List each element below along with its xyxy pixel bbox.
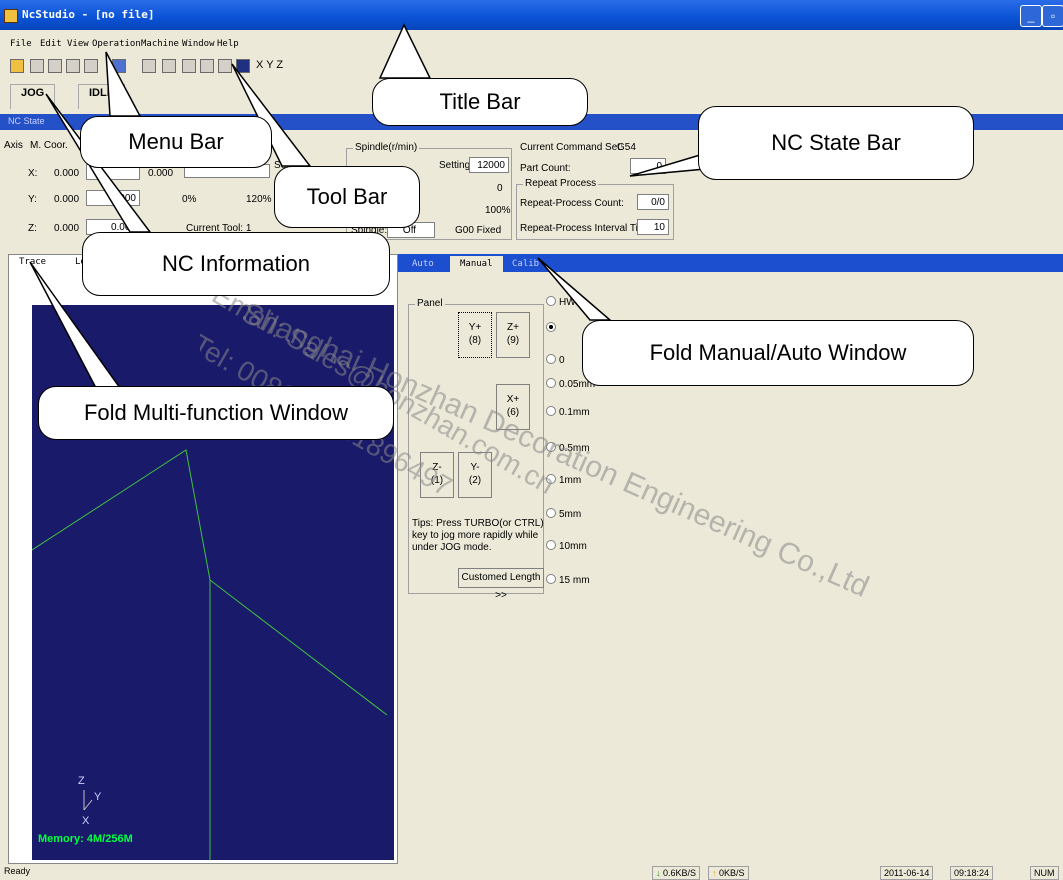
- fold-manual-pointer: [537, 257, 613, 321]
- callout-menu-bar: Menu Bar: [80, 116, 272, 168]
- title-bar-pointer: [378, 23, 432, 79]
- callout-fold-multi-function: Fold Multi-function Window: [38, 386, 394, 440]
- menu-bar-pointer: [105, 51, 142, 117]
- callout-nc-information: NC Information: [82, 232, 390, 296]
- callout-nc-state-bar: NC State Bar: [698, 106, 974, 180]
- callout-title-bar: Title Bar: [372, 78, 588, 126]
- callout-tool-bar: Tool Bar: [274, 166, 420, 228]
- callout-fold-manual-auto: Fold Manual/Auto Window: [582, 320, 974, 386]
